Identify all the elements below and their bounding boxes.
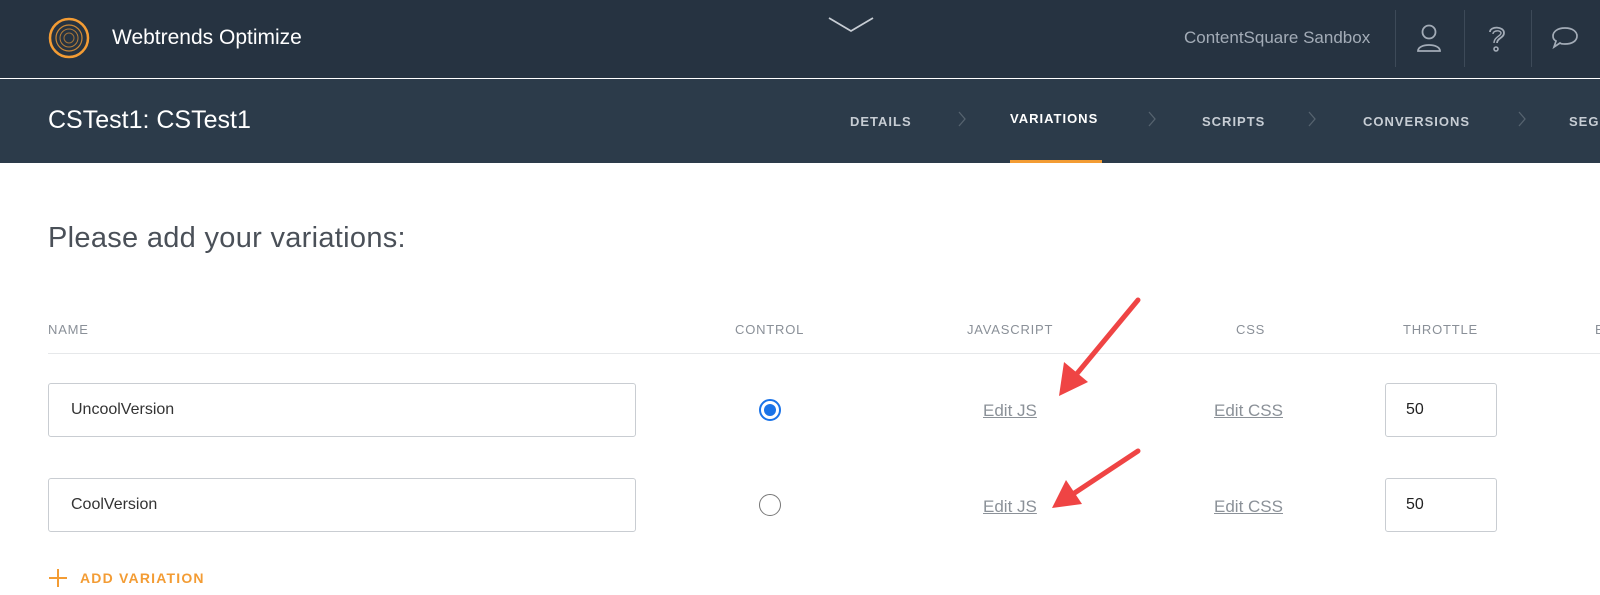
chevron-right-icon: [1148, 111, 1156, 127]
column-header-throttle: THROTTLE: [1403, 322, 1479, 337]
divider: [1395, 10, 1396, 67]
help-icon[interactable]: [1482, 22, 1512, 54]
test-header: CSTest1: CSTest1 DETAILS VARIATIONS SCRI…: [0, 79, 1600, 163]
edit-css-link[interactable]: Edit CSS: [1214, 497, 1283, 517]
edit-js-link[interactable]: Edit JS: [983, 401, 1037, 421]
variation-name-input[interactable]: [48, 478, 636, 532]
throttle-input[interactable]: [1385, 383, 1497, 437]
plus-icon: [49, 569, 67, 587]
throttle-input[interactable]: [1385, 478, 1497, 532]
annotation-arrow: [1052, 448, 1141, 508]
chat-icon[interactable]: [1550, 22, 1580, 54]
user-icon[interactable]: [1414, 22, 1444, 54]
control-radio[interactable]: [759, 399, 781, 421]
divider: [1464, 10, 1465, 67]
chevron-right-icon: [1518, 111, 1526, 127]
edit-css-link[interactable]: Edit CSS: [1214, 401, 1283, 421]
active-tab-indicator: [1010, 160, 1102, 163]
divider: [1531, 10, 1532, 67]
tab-segments[interactable]: SEG: [1569, 114, 1599, 129]
column-header-javascript: JAVASCRIPT: [967, 322, 1054, 337]
account-name[interactable]: ContentSquare Sandbox: [1184, 28, 1370, 48]
chevron-right-icon: [958, 111, 966, 127]
variation-name-input[interactable]: [48, 383, 636, 437]
chevron-right-icon: [1308, 111, 1316, 127]
table-header-divider: [48, 353, 1600, 354]
column-header-control: CONTROL: [735, 322, 805, 337]
edit-js-link[interactable]: Edit JS: [983, 497, 1037, 517]
add-variation-button[interactable]: ADD VARIATION: [48, 568, 205, 588]
brand-name[interactable]: Webtrends Optimize: [112, 26, 302, 50]
chevron-down-icon[interactable]: [827, 16, 875, 36]
add-variation-label: ADD VARIATION: [80, 570, 205, 586]
tab-scripts[interactable]: SCRIPTS: [1202, 114, 1265, 129]
top-bar: Webtrends Optimize ContentSquare Sandbox: [0, 0, 1600, 78]
tab-variations[interactable]: VARIATIONS: [1010, 111, 1098, 126]
column-header-css: CSS: [1236, 322, 1266, 337]
control-radio[interactable]: [759, 494, 781, 516]
logo-icon[interactable]: [48, 17, 90, 59]
annotation-arrow: [1059, 297, 1141, 396]
section-heading: Please add your variations:: [48, 222, 406, 254]
tab-details[interactable]: DETAILS: [850, 114, 912, 129]
page-title: CSTest1: CSTest1: [48, 106, 251, 134]
tab-conversions[interactable]: CONVERSIONS: [1363, 114, 1470, 129]
column-header-name: NAME: [48, 322, 89, 337]
column-header-extra: E: [1595, 322, 1600, 337]
